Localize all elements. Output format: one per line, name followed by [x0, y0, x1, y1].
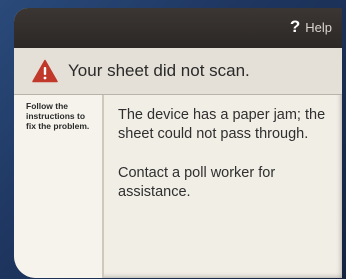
- alert-message: Your sheet did not scan.: [68, 61, 250, 80]
- assistance-instruction: Contact a poll worker for assistance.: [118, 165, 276, 200]
- main-content: The device has a paper jam; the sheet co…: [118, 106, 336, 222]
- screen: ? Help Your sheet did not scan. Follow t…: [14, 8, 342, 278]
- alert-banner: Your sheet did not scan.: [14, 48, 342, 95]
- instructions-sidebar: Follow the instructions to fix the probl…: [14, 95, 104, 278]
- help-label: Help: [305, 19, 332, 35]
- warning-triangle-icon: [32, 59, 58, 83]
- help-icon: ?: [289, 17, 301, 36]
- help-button[interactable]: ? Help: [290, 17, 332, 37]
- top-bar: ? Help: [14, 8, 342, 48]
- device-bezel: ? Help Your sheet did not scan. Follow t…: [0, 0, 346, 279]
- sidebar-instructions: Follow the instructions to fix the probl…: [26, 101, 90, 131]
- error-description: The device has a paper jam; the sheet co…: [118, 107, 326, 142]
